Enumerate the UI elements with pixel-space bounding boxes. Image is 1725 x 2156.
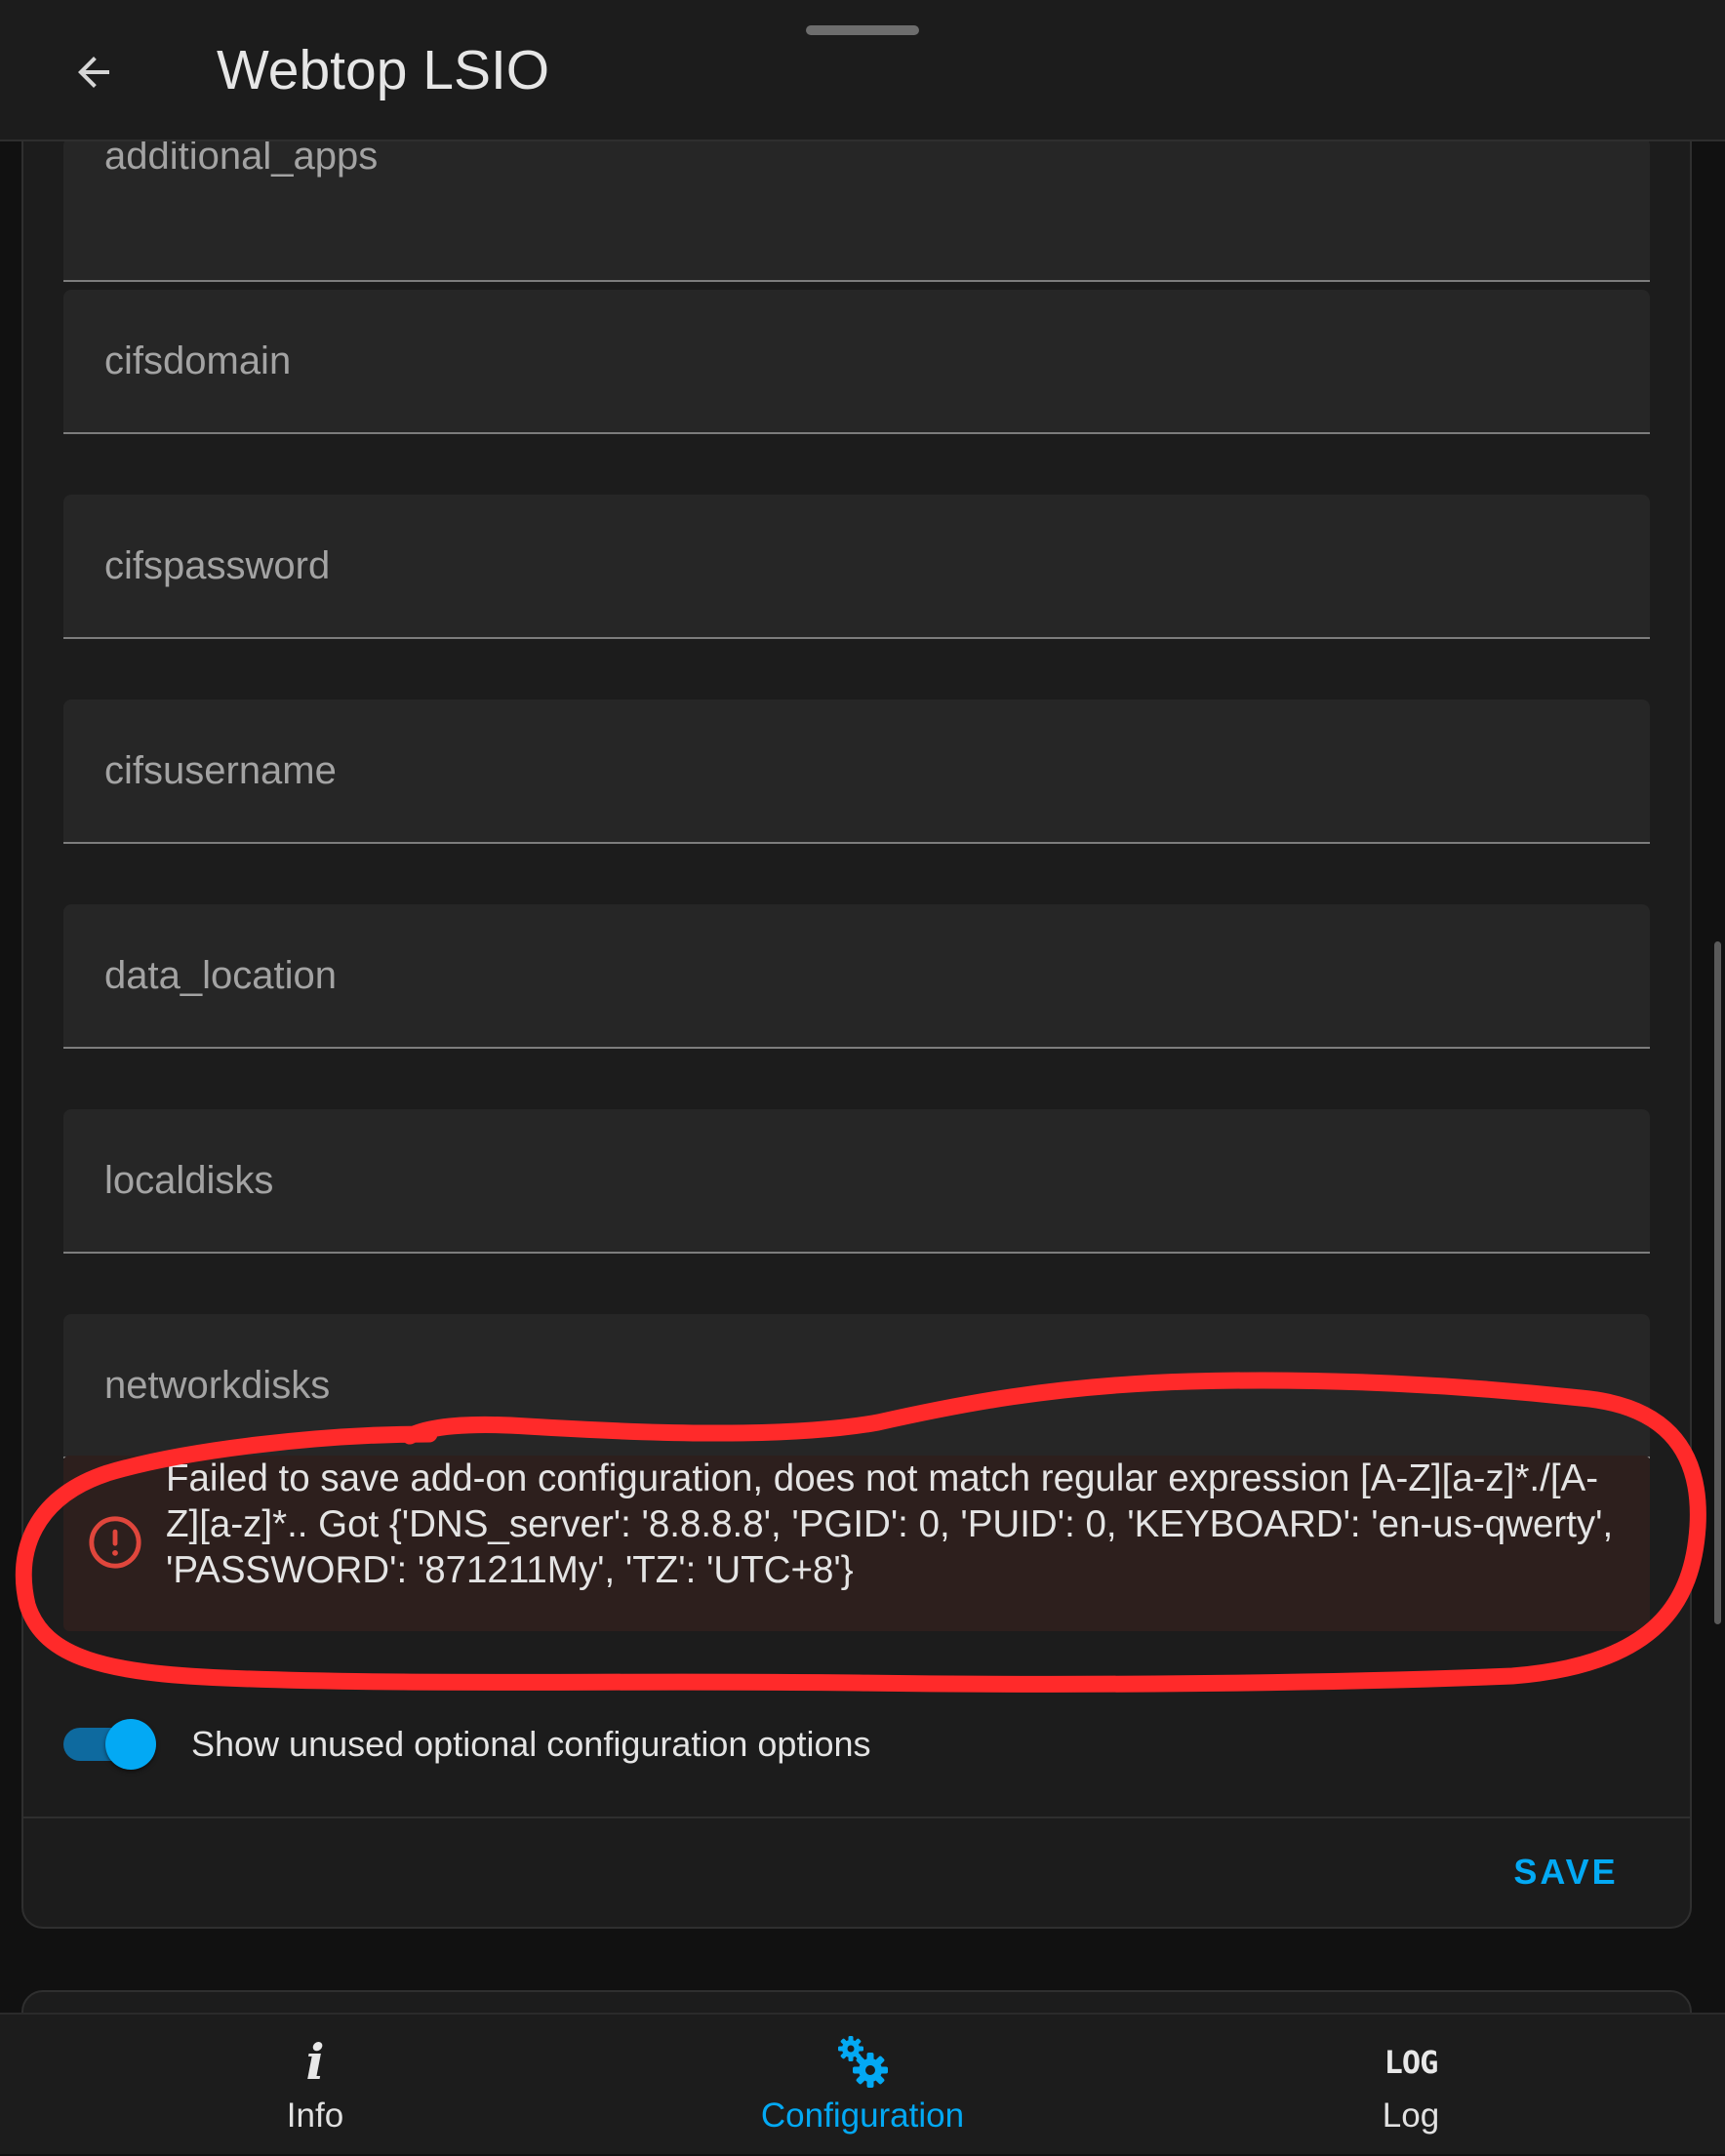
nav-tab-label: Configuration bbox=[760, 2096, 965, 2135]
field-label: localdisks bbox=[104, 1159, 274, 1202]
arrow-left-icon bbox=[78, 57, 109, 88]
nav-tab-configuration[interactable]: Configuration bbox=[667, 2015, 1058, 2156]
save-button[interactable]: SAVE bbox=[1498, 1841, 1634, 1903]
info-icon: i bbox=[305, 2033, 325, 2091]
field-label: networkdisks bbox=[104, 1364, 331, 1407]
log-icon: LOG bbox=[1384, 2044, 1439, 2081]
field-cifsdomain[interactable]: cifsdomain bbox=[63, 290, 1650, 434]
page-title: Webtop LSIO bbox=[217, 39, 550, 101]
nav-tab-info[interactable]: i Info bbox=[120, 2015, 510, 2156]
field-label: cifspassword bbox=[104, 544, 331, 587]
field-cifspassword[interactable]: cifspassword bbox=[63, 495, 1650, 639]
field-label: cifsusername bbox=[104, 749, 337, 792]
field-label: data_location bbox=[104, 954, 337, 997]
show-unused-options-toggle[interactable] bbox=[63, 1719, 157, 1770]
field-label: additional_apps bbox=[104, 141, 379, 178]
field-additional-apps[interactable]: additional_apps bbox=[63, 141, 1650, 282]
field-data-location[interactable]: data_location bbox=[63, 904, 1650, 1049]
nav-tab-label: Info bbox=[286, 2096, 344, 2135]
scrollbar[interactable] bbox=[1714, 941, 1721, 1624]
back-button[interactable] bbox=[59, 37, 129, 107]
card-actions-divider bbox=[23, 1817, 1690, 1818]
alert-circle-icon bbox=[89, 1516, 141, 1569]
error-alert: Failed to save add-on configuration, doe… bbox=[63, 1456, 1650, 1631]
cogs-icon bbox=[667, 2036, 1058, 2088]
field-localdisks[interactable]: localdisks bbox=[63, 1109, 1650, 1254]
field-networkdisks[interactable]: networkdisks bbox=[63, 1314, 1650, 1458]
nav-tab-log[interactable]: LOG Log bbox=[1216, 2015, 1606, 2156]
bottom-navigation: i Info Configuration LOG Log bbox=[0, 2013, 1725, 2154]
app-header: Webtop LSIO bbox=[0, 0, 1725, 141]
toggle-thumb bbox=[105, 1719, 156, 1770]
field-cifsusername[interactable]: cifsusername bbox=[63, 699, 1650, 844]
toggle-label: Show unused optional configuration optio… bbox=[191, 1724, 871, 1764]
main-content: additional_apps cifsdomain cifspassword … bbox=[0, 141, 1725, 2013]
nav-tab-label: Log bbox=[1382, 2096, 1440, 2135]
next-card bbox=[21, 1990, 1692, 2013]
error-message: Failed to save add-on configuration, doe… bbox=[166, 1457, 1614, 1591]
field-label: cifsdomain bbox=[104, 339, 292, 382]
drag-handle[interactable] bbox=[806, 25, 919, 35]
